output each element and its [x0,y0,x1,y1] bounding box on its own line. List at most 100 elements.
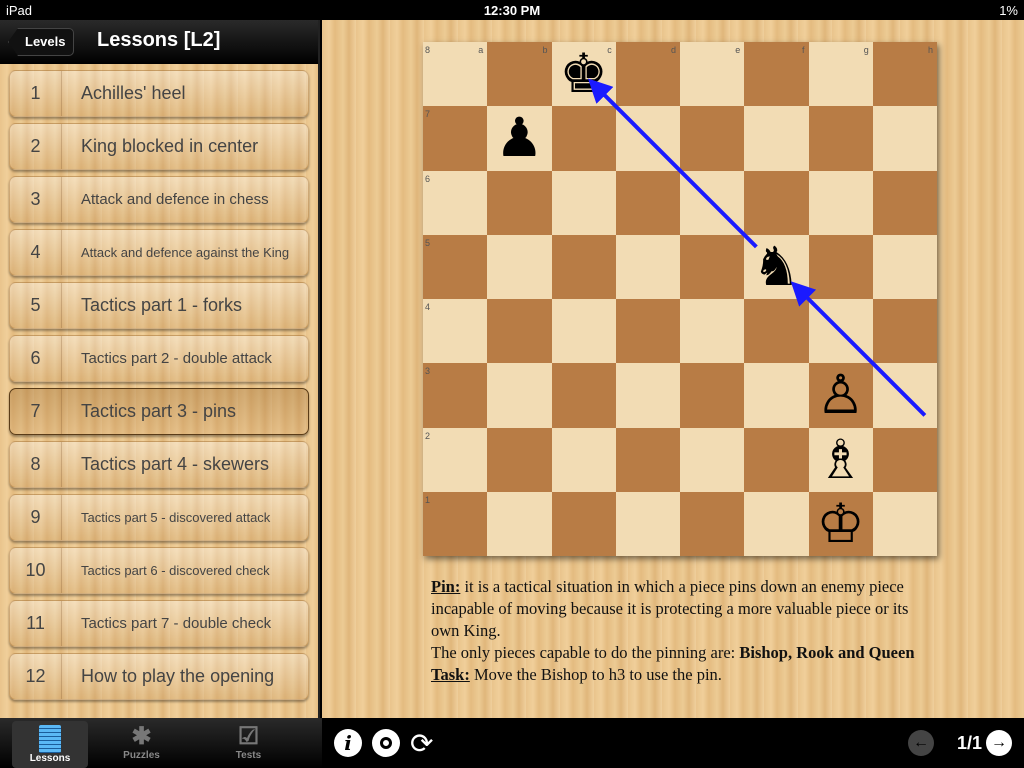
square-c5[interactable] [551,234,616,299]
square-f1[interactable] [744,491,809,556]
lesson-title: Tactics part 4 - skewers [81,454,270,474]
lesson-item[interactable]: 11 Tactics part 7 - double check [9,600,309,647]
refresh-icon[interactable]: ⟳ [410,727,433,760]
square-g5[interactable] [808,234,873,299]
rank-label: 7 [425,109,431,120]
pinning-pieces-text: The only pieces capable to do the pinnin… [431,643,740,662]
square-c1[interactable] [551,491,616,556]
square-h6[interactable] [872,170,937,235]
square-c3[interactable] [551,363,616,428]
prev-arrow-icon[interactable]: ← [908,730,934,756]
square-b6[interactable] [487,170,552,235]
square-h5[interactable] [872,234,937,299]
lesson-content: a 8 b c d e f g h 7 6 5 4 3 2 1 ♚ ♟ ♞ ♙ ♗ ♔ Pin: it is a tact… [322,20,1024,718]
square-g6[interactable] [808,170,873,235]
square-a4[interactable]: 4 [423,299,488,364]
square-h4[interactable] [872,299,937,364]
file-label: f [801,45,805,55]
lesson-number: 4 [10,230,62,275]
square-e7[interactable] [680,106,745,171]
square-c7[interactable] [551,106,616,171]
lesson-item[interactable]: 7 Tactics part 3 - pins [9,388,309,435]
target-icon[interactable] [372,729,400,757]
square-c4[interactable] [551,299,616,364]
piece-g2[interactable]: ♗ [809,428,873,492]
page-title: Lessons [L2] [97,29,221,51]
tab-lessons[interactable]: Lessons [12,721,88,768]
square-b8[interactable]: b [487,42,552,107]
square-d2[interactable] [615,427,680,492]
bottom-toolbar: i ⟳ ← 1/1 → [322,718,1024,768]
square-c2[interactable] [551,427,616,492]
tab-tests[interactable]: ☑ Tests [195,718,302,768]
lesson-item[interactable]: 1 Achilles' heel [9,70,309,117]
square-h8[interactable]: h [872,42,937,107]
square-e4[interactable] [680,299,745,364]
lesson-item[interactable]: 6 Tactics part 2 - double attack [9,335,309,382]
lesson-item[interactable]: 2 King blocked in center [9,123,309,170]
next-arrow-icon[interactable]: → [986,730,1012,756]
square-f2[interactable] [744,427,809,492]
lesson-title: Tactics part 2 - double attack [81,350,272,367]
lesson-title: Tactics part 7 - double check [81,615,272,632]
tab-label: Puzzles [123,750,160,761]
square-e8[interactable]: e [680,42,745,107]
info-icon[interactable]: i [334,729,362,757]
square-a6[interactable]: 6 [423,170,488,235]
square-e3[interactable] [680,363,745,428]
puzzle-icon: ✱ [131,723,152,750]
square-d1[interactable] [615,491,680,556]
square-f3[interactable] [744,363,809,428]
square-f4[interactable] [744,299,809,364]
lesson-item[interactable]: 9 Tactics part 5 - discovered attack [9,494,309,541]
square-d7[interactable] [615,106,680,171]
sidebar: Levels Lessons [L2] 1 Achilles' heel 2 King… [0,20,320,718]
square-a8[interactable]: a8 [423,42,488,107]
square-b2[interactable] [487,427,552,492]
square-e6[interactable] [680,170,745,235]
lesson-item[interactable]: 10 Tactics part 6 - discovered check [9,547,309,594]
lesson-item[interactable]: 8 Tactics part 4 - skewers [9,441,309,488]
piece-g3[interactable]: ♙ [809,363,873,427]
piece-f5[interactable]: ♞ [744,235,808,299]
square-b1[interactable] [487,491,552,556]
lesson-item[interactable]: 4 Attack and defence against the King [9,229,309,276]
square-c6[interactable] [551,170,616,235]
square-a5[interactable]: 5 [423,234,488,299]
square-a7[interactable]: 7 [423,106,488,171]
square-d3[interactable] [615,363,680,428]
square-e5[interactable] [680,234,745,299]
square-h7[interactable] [872,106,937,171]
piece-g1[interactable]: ♔ [809,492,873,556]
square-a2[interactable]: 2 [423,427,488,492]
lesson-item[interactable]: 3 Attack and defence in chess [9,176,309,223]
square-f8[interactable]: f [744,42,809,107]
square-d5[interactable] [615,234,680,299]
piece-c8[interactable]: ♚ [552,42,616,106]
square-b4[interactable] [487,299,552,364]
square-h3[interactable] [872,363,937,428]
square-b3[interactable] [487,363,552,428]
square-d6[interactable] [615,170,680,235]
square-h2[interactable] [872,427,937,492]
lesson-item[interactable]: 12 How to play the opening [9,653,309,700]
square-a3[interactable]: 3 [423,363,488,428]
lesson-item[interactable]: 5 Tactics part 1 - forks [9,282,309,329]
square-e1[interactable] [680,491,745,556]
lesson-number: 3 [10,177,62,222]
square-f6[interactable] [744,170,809,235]
piece-b7[interactable]: ♟ [487,106,551,170]
square-g4[interactable] [808,299,873,364]
square-h1[interactable] [872,491,937,556]
square-f7[interactable] [744,106,809,171]
square-b5[interactable] [487,234,552,299]
tab-puzzles[interactable]: ✱ Puzzles [88,718,195,768]
chess-board[interactable]: a 8 b c d e f g h 7 6 5 4 3 2 1 ♚ ♟ ♞ ♙ ♗ ♔ [423,42,937,556]
square-g8[interactable]: g [808,42,873,107]
square-a1[interactable]: 1 [423,491,488,556]
square-g7[interactable] [808,106,873,171]
levels-back-button[interactable]: Levels [8,28,75,56]
square-d8[interactable]: d [615,42,680,107]
square-d4[interactable] [615,299,680,364]
square-e2[interactable] [680,427,745,492]
